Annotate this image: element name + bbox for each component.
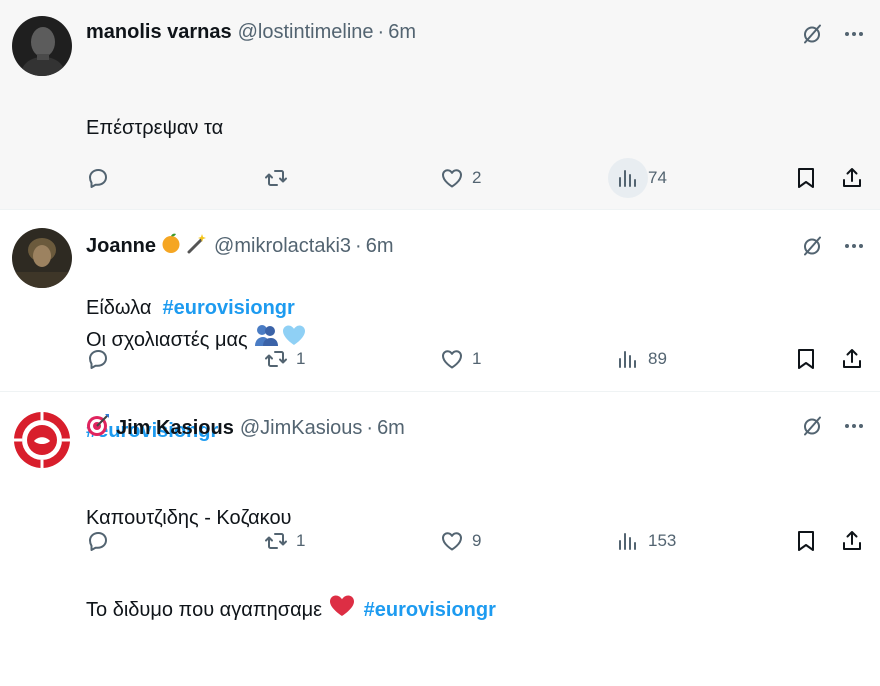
action-bar: 1 1 89 (0, 339, 880, 379)
like-button[interactable]: 1 (440, 347, 481, 371)
action-bar: 1 9 153 (0, 521, 880, 561)
like-button[interactable]: 9 (440, 529, 481, 553)
bookmark-button[interactable] (794, 529, 818, 553)
retweet-icon (264, 166, 288, 190)
orange-emoji (160, 232, 182, 260)
like-count: 2 (472, 168, 482, 187)
views-icon (616, 529, 640, 553)
tweet-text: Καπουτζιδης - Κοζακου Το διδυμο που αγαπ… (86, 443, 496, 686)
bookmark-icon (794, 166, 818, 190)
avatar[interactable] (12, 410, 72, 470)
views-icon (616, 347, 640, 371)
tweet-top-actions (800, 234, 866, 258)
user-handle[interactable]: @mikrolactaki3 (214, 234, 351, 258)
timestamp[interactable]: 6m (366, 234, 394, 258)
retweet-count: 1 (296, 531, 306, 550)
display-name[interactable]: manolis varnas (86, 20, 232, 44)
retweet-button[interactable]: 1 (264, 529, 305, 553)
views-count: 89 (648, 349, 667, 368)
tweet-line: Επέστρεψαν τα (86, 117, 224, 139)
like-count: 1 (472, 349, 482, 368)
like-icon (440, 529, 464, 553)
avatar[interactable] (12, 228, 72, 288)
tweet-header: Jim Kasious @JimKasious · 6m (86, 413, 405, 443)
like-button[interactable]: 2 (440, 166, 481, 190)
tweet-line: Το διδυμο που αγαπησαμε #eurovisiongr (86, 593, 496, 626)
more-icon[interactable] (842, 234, 866, 258)
display-name[interactable]: Jim Kasious (116, 416, 234, 440)
user-handle[interactable]: @JimKasious (240, 416, 363, 440)
tweet-top-actions (800, 414, 866, 438)
separator: · (366, 417, 374, 439)
retweet-button[interactable]: 1 (264, 347, 305, 371)
tweet-header: manolis varnas @lostintimeline · 6m (86, 20, 416, 44)
direct-hit-emoji (86, 413, 110, 443)
views-button[interactable]: 89 (616, 347, 667, 371)
avatar[interactable] (12, 16, 72, 76)
grok-icon[interactable] (800, 414, 824, 438)
like-icon (440, 166, 464, 190)
share-button[interactable] (840, 529, 864, 553)
reply-button[interactable] (86, 529, 110, 553)
share-icon (840, 166, 864, 190)
tweet-3[interactable]: Jim Kasious @JimKasious · 6m Καπουτζιδης… (0, 392, 880, 621)
bookmark-icon (794, 529, 818, 553)
views-count: 153 (648, 531, 677, 550)
tweet-2[interactable]: Joanne @mikrolactaki3 · 6m Οι σχολιαστές… (0, 210, 880, 442)
share-icon (840, 347, 864, 371)
views-button[interactable]: 74 (616, 166, 667, 190)
reply-icon (86, 529, 110, 553)
share-button[interactable] (840, 166, 864, 190)
reply-button[interactable] (86, 347, 110, 371)
tweet-header: Joanne @mikrolactaki3 · 6m (86, 232, 394, 260)
tweet-1[interactable]: manolis varnas @lostintimeline · 6m Επέσ… (0, 0, 880, 319)
red-heart-emoji (328, 593, 356, 626)
bookmark-button[interactable] (794, 347, 818, 371)
reply-icon (86, 166, 110, 190)
magic-wand-emoji (186, 232, 208, 260)
retweet-count: 1 (296, 349, 306, 368)
bookmark-button[interactable] (794, 166, 818, 190)
share-icon (840, 529, 864, 553)
grok-icon[interactable] (800, 22, 824, 46)
reply-button[interactable] (86, 166, 110, 190)
views-button[interactable]: 153 (616, 529, 676, 553)
retweet-icon (264, 529, 288, 553)
separator: · (355, 235, 362, 257)
bookmark-icon (794, 347, 818, 371)
timestamp[interactable]: 6m (377, 416, 405, 440)
action-bar: 2 74 (0, 158, 880, 198)
user-handle[interactable]: @lostintimeline (238, 20, 374, 44)
like-count: 9 (472, 531, 482, 550)
retweet-button[interactable] (264, 166, 288, 190)
retweet-icon (264, 347, 288, 371)
views-count: 74 (648, 168, 667, 187)
like-icon (440, 347, 464, 371)
reply-icon (86, 347, 110, 371)
more-icon[interactable] (842, 414, 866, 438)
share-button[interactable] (840, 347, 864, 371)
tweet-top-actions (800, 22, 866, 46)
timestamp[interactable]: 6m (388, 20, 416, 44)
views-icon (616, 166, 640, 190)
grok-icon[interactable] (800, 234, 824, 258)
separator: · (377, 21, 385, 43)
display-name[interactable]: Joanne (86, 234, 156, 258)
hashtag-link[interactable]: #eurovisiongr (364, 595, 496, 625)
more-icon[interactable] (842, 22, 866, 46)
